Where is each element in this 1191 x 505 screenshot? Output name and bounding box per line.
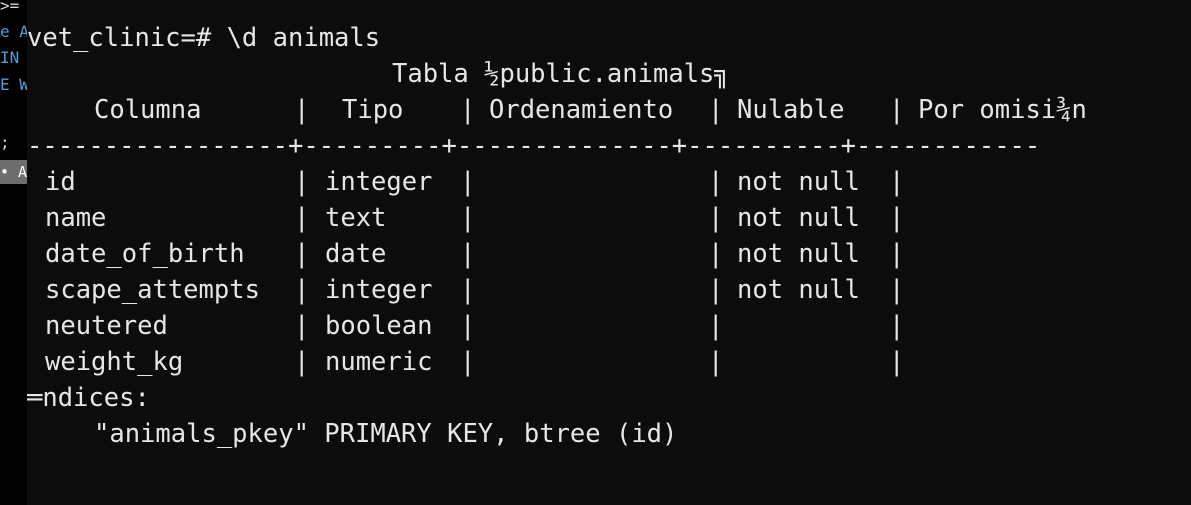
column-separator: |	[294, 347, 310, 377]
column-separator: |	[889, 347, 905, 377]
column-separator: |	[708, 239, 724, 269]
column-separator: |	[460, 275, 476, 305]
column-separator: |	[889, 275, 905, 305]
cell-tipo: integer	[325, 275, 433, 305]
column-separator: |	[708, 167, 724, 197]
table-title: Tabla ½public.animals╗	[392, 59, 730, 89]
cell-tipo: text	[325, 203, 387, 233]
cell-tipo: integer	[325, 167, 433, 197]
table-row: name | text | | not null |	[27, 200, 1191, 236]
column-separator: |	[460, 239, 476, 269]
editor-hint-badge: • AN	[0, 160, 27, 184]
table-row: id | integer | | not null |	[27, 164, 1191, 200]
column-separator: |	[460, 347, 476, 377]
editor-side-strip: >= e A IN E W ; • AN	[0, 0, 27, 505]
indices-label: ═ndices:	[27, 383, 150, 413]
column-separator: |	[889, 239, 905, 269]
cell-tipo: boolean	[325, 311, 433, 341]
column-separator: |	[708, 347, 724, 377]
header-por-omision: Por omisi¾n	[918, 95, 1087, 125]
column-separator: |	[889, 311, 905, 341]
header-tipo: Tipo	[342, 95, 404, 125]
cell-tipo: date	[325, 239, 387, 269]
column-separator: |	[708, 203, 724, 233]
table-row: neutered | boolean | | |	[27, 308, 1191, 344]
header-ordenamiento: Ordenamiento	[489, 95, 674, 125]
cell-nulable: not null	[737, 167, 860, 197]
prompt-line: vet_clinic=# \d animals	[27, 23, 381, 53]
table-header-row: Columna | Tipo | Ordenamiento | Nulable …	[27, 92, 1191, 128]
editor-line: IN	[0, 48, 20, 67]
cell-columna: scape_attempts	[45, 275, 260, 305]
column-separator: |	[294, 203, 310, 233]
column-separator: |	[294, 239, 310, 269]
cell-columna: neutered	[45, 311, 168, 341]
column-separator: |	[294, 311, 310, 341]
editor-line: e A	[0, 22, 27, 41]
column-separator: |	[460, 203, 476, 233]
table-row: date_of_birth | date | | not null |	[27, 236, 1191, 272]
table-row: weight_kg | numeric | | |	[27, 344, 1191, 380]
column-separator: |	[460, 95, 476, 125]
cell-nulable: not null	[737, 203, 860, 233]
cell-nulable: not null	[737, 275, 860, 305]
cell-columna: name	[45, 203, 107, 233]
header-columna: Columna	[94, 95, 202, 125]
terminal-window[interactable]: vet_clinic=# \d animals Tabla ½public.an…	[27, 0, 1191, 505]
header-nulable: Nulable	[737, 95, 845, 125]
editor-line: >=	[0, 0, 20, 15]
cell-tipo: numeric	[325, 347, 433, 377]
column-separator: |	[460, 311, 476, 341]
column-separator: |	[708, 311, 724, 341]
column-separator: |	[889, 167, 905, 197]
table-row: scape_attempts | integer | | not null |	[27, 272, 1191, 308]
table-separator-line: -----------------+---------+------------…	[27, 131, 1041, 161]
column-separator: |	[294, 167, 310, 197]
column-separator: |	[708, 95, 724, 125]
column-separator: |	[889, 95, 905, 125]
editor-line: ;	[0, 133, 10, 152]
cell-columna: date_of_birth	[45, 239, 245, 269]
editor-line: E W	[0, 75, 27, 94]
column-separator: |	[294, 95, 310, 125]
column-separator: |	[889, 203, 905, 233]
cell-columna: id	[45, 167, 76, 197]
index-entry: "animals_pkey" PRIMARY KEY, btree (id)	[94, 419, 678, 449]
cell-nulable: not null	[737, 239, 860, 269]
column-separator: |	[708, 275, 724, 305]
cell-columna: weight_kg	[45, 347, 184, 377]
column-separator: |	[460, 167, 476, 197]
column-separator: |	[294, 275, 310, 305]
